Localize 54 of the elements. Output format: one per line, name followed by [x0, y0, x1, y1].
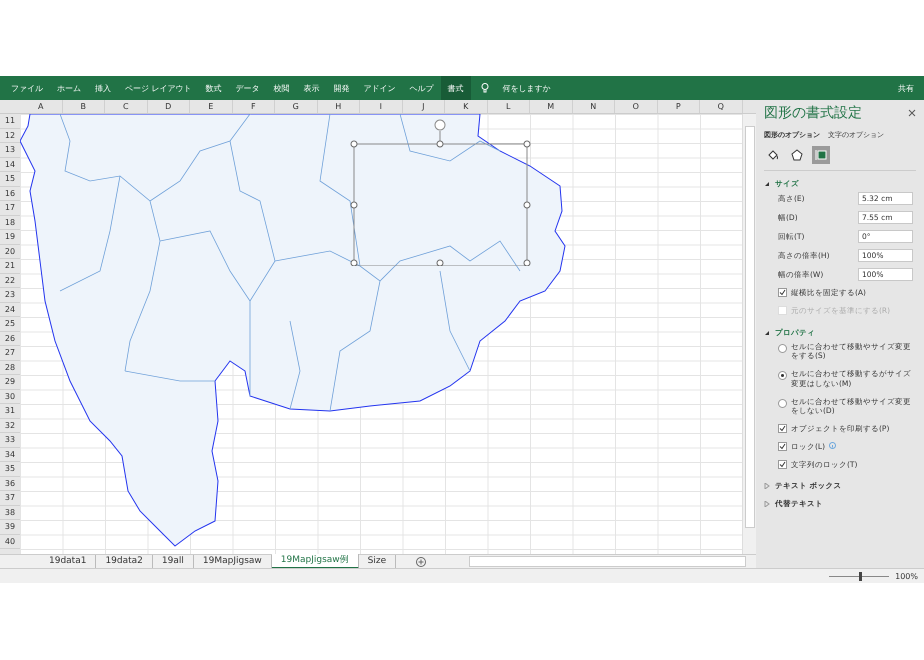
- ribbon-tab[interactable]: 書式: [440, 76, 471, 100]
- sheet-tab[interactable]: 19MapJigsaw例: [272, 554, 359, 569]
- column-header[interactable]: M: [530, 100, 572, 113]
- column-header[interactable]: J: [402, 100, 445, 113]
- column-header[interactable]: D: [148, 100, 190, 113]
- checkbox[interactable]: [778, 460, 787, 468]
- lightbulb-icon: [480, 83, 489, 93]
- ribbon-tab[interactable]: データ: [228, 76, 267, 100]
- cell-grid[interactable]: [20, 114, 742, 554]
- checkbox[interactable]: [778, 424, 787, 433]
- ribbon-tab[interactable]: 挿入: [88, 76, 118, 100]
- radio-button[interactable]: [778, 398, 787, 408]
- close-icon[interactable]: [908, 109, 916, 117]
- column-header[interactable]: N: [572, 100, 615, 113]
- column-header[interactable]: O: [615, 100, 658, 113]
- column-header[interactable]: H: [318, 100, 360, 113]
- ribbon-tab[interactable]: 校閲: [266, 76, 297, 100]
- column-header[interactable]: Q: [700, 100, 742, 113]
- column-header[interactable]: C: [105, 100, 148, 113]
- ribbon-tab[interactable]: ホーム: [50, 76, 88, 100]
- horizontal-scrollbar[interactable]: [469, 556, 746, 567]
- panel-icon-tab[interactable]: [812, 146, 830, 164]
- column-header[interactable]: G: [275, 100, 318, 113]
- column-header[interactable]: E: [190, 100, 232, 113]
- column-header[interactable]: A: [20, 100, 62, 113]
- ribbon-tab[interactable]: ファイル: [4, 76, 50, 100]
- ribbon-tab[interactable]: 数式: [198, 76, 229, 100]
- ribbon-tab[interactable]: ヘルプ: [402, 76, 441, 100]
- column-header[interactable]: I: [360, 100, 402, 113]
- ribbon-tab[interactable]: アドイン: [356, 76, 403, 100]
- panel-title: 図形の書式設定: [764, 104, 862, 122]
- ribbon-tab[interactable]: 表示: [296, 76, 327, 100]
- ribbon-tab[interactable]: 開発: [326, 76, 357, 100]
- checkbox[interactable]: [778, 288, 787, 297]
- ribbon-tab[interactable]: ページ レイアウト: [118, 76, 199, 100]
- pentagon-icon: [791, 149, 803, 161]
- zoom-slider-thumb[interactable]: [859, 572, 862, 580]
- column-header[interactable]: F: [232, 100, 275, 113]
- expanded-triangle-icon[interactable]: [764, 330, 770, 336]
- column-header[interactable]: K: [445, 100, 488, 113]
- paint-bucket-icon: [767, 149, 779, 161]
- column-header[interactable]: L: [488, 100, 530, 113]
- zoom-level[interactable]: 100%: [895, 572, 918, 580]
- tell-me-search[interactable]: 何をしますか: [502, 82, 551, 94]
- checkbox[interactable]: [778, 442, 787, 451]
- scrollbar-thumb[interactable]: [744, 126, 754, 528]
- add-sheet-icon[interactable]: [416, 556, 426, 566]
- column-header[interactable]: B: [62, 100, 105, 113]
- radio-button[interactable]: [778, 344, 787, 352]
- share-button[interactable]: 共有: [898, 82, 914, 94]
- size-layout-icon: [815, 149, 827, 161]
- radio-button[interactable]: [778, 371, 787, 380]
- column-header[interactable]: P: [658, 100, 700, 113]
- expanded-triangle-icon[interactable]: [764, 181, 770, 187]
